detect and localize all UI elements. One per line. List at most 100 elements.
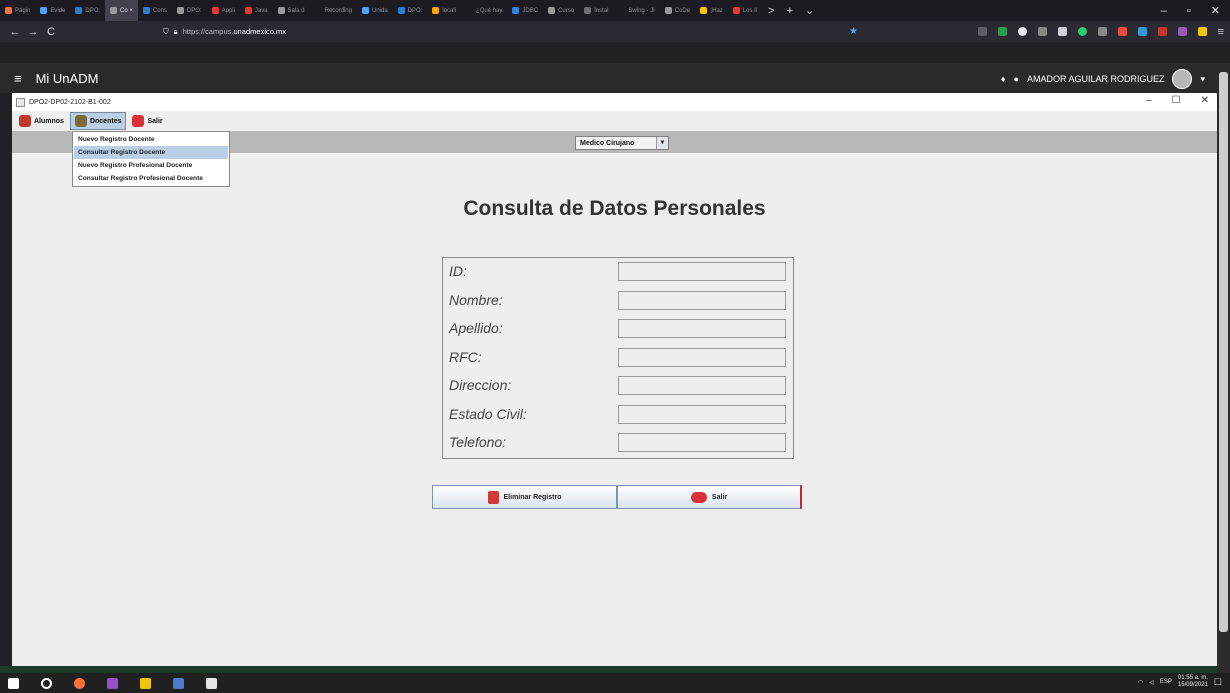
browser-tab[interactable]: Sala d (273, 0, 310, 21)
wifi-icon[interactable]: ◠ (1138, 679, 1143, 686)
forward-icon[interactable]: → (24, 26, 42, 38)
back-icon[interactable]: ← (6, 26, 24, 38)
url-bar[interactable]: ⛉ 🔒︎ https://campus.unadmexico.mx ★ (163, 24, 858, 39)
tab-scroll-right-icon[interactable]: > (762, 5, 780, 17)
notification-icon[interactable]: ☐ (1214, 677, 1222, 688)
hamburger-icon[interactable]: ≡ (14, 71, 22, 86)
browser-tab[interactable]: JDBC (507, 0, 543, 21)
chevron-down-icon[interactable]: ▼ (656, 137, 668, 149)
browser-tab[interactable]: Co × (105, 0, 138, 21)
extension-icon[interactable] (1177, 27, 1187, 36)
windows-start-icon[interactable] (8, 677, 19, 689)
extension-icon[interactable] (1157, 27, 1167, 36)
extension-icon[interactable] (1077, 27, 1087, 36)
file-explorer-icon[interactable] (140, 677, 151, 689)
text-field[interactable] (618, 262, 786, 281)
menu-salir[interactable]: Salir (128, 112, 166, 130)
tab-new-tab-icon[interactable]: + (781, 5, 799, 17)
browser-tab[interactable]: DPO: (172, 0, 207, 21)
browser-tab[interactable]: Swing - JI (613, 0, 659, 21)
browser-tab[interactable]: Unida (357, 0, 393, 21)
search-icon[interactable] (41, 677, 52, 689)
browser-tab[interactable]: ¡Haz (695, 0, 728, 21)
extension-icon[interactable] (1197, 27, 1207, 36)
exit-button[interactable]: Salir (617, 485, 802, 509)
menu-label: Salir (147, 117, 163, 125)
extension-icon[interactable] (1017, 27, 1027, 36)
site-brand[interactable]: Mi UnADM (36, 71, 99, 86)
form-row: Direccion: (443, 373, 795, 401)
user-area: ♦ ● AMADOR AGUILAR RODRIGUEZ ▾ (1001, 69, 1205, 89)
system-tray: ◠ ◁ ESP 01:55 a. m. 15/09/2021 ☐ (1138, 675, 1222, 689)
avatar[interactable] (1172, 69, 1193, 89)
menu-item[interactable]: Nuevo Registro Profesional Docente (74, 159, 228, 172)
java-app-icon (16, 97, 25, 107)
language-indicator[interactable]: ESP (1160, 679, 1172, 685)
browser-tab[interactable]: Págin (0, 0, 35, 21)
browser-tab[interactable]: Evide (35, 0, 70, 21)
text-field[interactable] (618, 347, 786, 367)
browser-restore-icon[interactable]: ▫ (1177, 5, 1201, 17)
text-field[interactable] (618, 319, 786, 338)
browser-close-icon[interactable]: ✕ (1201, 4, 1230, 17)
bookmark-star-icon[interactable]: ★ (849, 26, 858, 37)
extension-icon[interactable] (1097, 27, 1107, 36)
vs-icon[interactable] (107, 677, 118, 689)
menu-item[interactable]: Consultar Registro Docente (74, 146, 228, 159)
maximize-icon[interactable]: ☐ (1172, 95, 1181, 106)
user-name[interactable]: AMADOR AGUILAR RODRIGUEZ (1027, 74, 1165, 84)
app-icon[interactable] (173, 677, 184, 689)
browser-tab[interactable]: ¿Qué hay (461, 0, 507, 21)
text-field[interactable] (618, 376, 786, 395)
browser-tab[interactable]: Cons (138, 0, 172, 21)
scrollbar-thumb[interactable] (1219, 72, 1228, 632)
library-icon[interactable] (1057, 27, 1067, 36)
field-label: ID: (449, 263, 467, 279)
menu-docentes[interactable]: Docentes (69, 112, 127, 130)
menu-alumnos[interactable]: Alumnos (15, 112, 68, 130)
firefox-icon[interactable] (74, 677, 85, 689)
menu-item[interactable]: Nuevo Registro Docente (74, 133, 228, 146)
extension-icon[interactable] (1117, 27, 1127, 36)
browser-tab[interactable]: Los Il (728, 0, 762, 21)
browser-tab[interactable]: Recording (310, 0, 357, 21)
browser-tab[interactable]: locali (427, 0, 461, 21)
shield-icon: ⛉ (163, 26, 169, 36)
clock[interactable]: 01:55 a. m. 15/09/2021 (1178, 675, 1208, 689)
page-title: Consulta de Datos Personales (463, 197, 766, 220)
extension-icon[interactable] (1037, 27, 1047, 36)
tab-favicon-icon (110, 7, 118, 14)
bell-icon[interactable]: ♦ (1001, 74, 1006, 84)
tab-favicon-icon (142, 7, 150, 14)
minimize-icon[interactable]: – (1146, 95, 1152, 106)
browser-minimize-icon[interactable]: – (1151, 5, 1177, 17)
browser-tab[interactable]: DPO: (70, 0, 105, 21)
browser-tab[interactable]: Curso (543, 0, 579, 21)
chevron-down-icon[interactable]: ▾ (1200, 74, 1205, 85)
taskbar: ◠ ◁ ESP 01:55 a. m. 15/09/2021 ☐ (0, 673, 1230, 693)
browser-tab[interactable]: CoDe (660, 0, 695, 21)
browser-tab[interactable]: Instal (579, 0, 613, 21)
extensions-toolbar: ≡ (977, 24, 1224, 39)
text-field[interactable] (618, 290, 786, 310)
tab-list-icon[interactable]: ⌄ (799, 4, 820, 17)
chat-icon[interactable]: ● (1014, 74, 1019, 84)
career-select[interactable]: Medico Cirujano ▼ (575, 136, 669, 150)
browser-tab[interactable]: DPO: (393, 0, 428, 21)
form-row: Nombre: (443, 288, 795, 316)
delete-record-button[interactable]: Eliminar Registro (432, 485, 617, 509)
text-field[interactable] (618, 404, 786, 424)
download-icon[interactable] (997, 27, 1007, 36)
extension-icon[interactable] (1137, 27, 1147, 36)
text-field[interactable] (618, 433, 786, 452)
browser-tab[interactable]: Appli (207, 0, 240, 21)
reload-icon[interactable]: C (42, 26, 60, 38)
browser-tab[interactable]: Java (240, 0, 273, 21)
sound-icon[interactable]: ◁ (1149, 679, 1154, 686)
pocket-icon[interactable] (977, 27, 987, 36)
menu-item[interactable]: Consultar Registro Profesional Docente (74, 172, 228, 185)
personal-data-form: ID: Nombre: Apellido: RFC: Direccion: Estado … (442, 257, 794, 459)
close-icon[interactable]: ✕ (1201, 95, 1209, 106)
app-menu-icon[interactable]: ≡ (1218, 26, 1224, 38)
java-icon[interactable] (206, 677, 217, 689)
